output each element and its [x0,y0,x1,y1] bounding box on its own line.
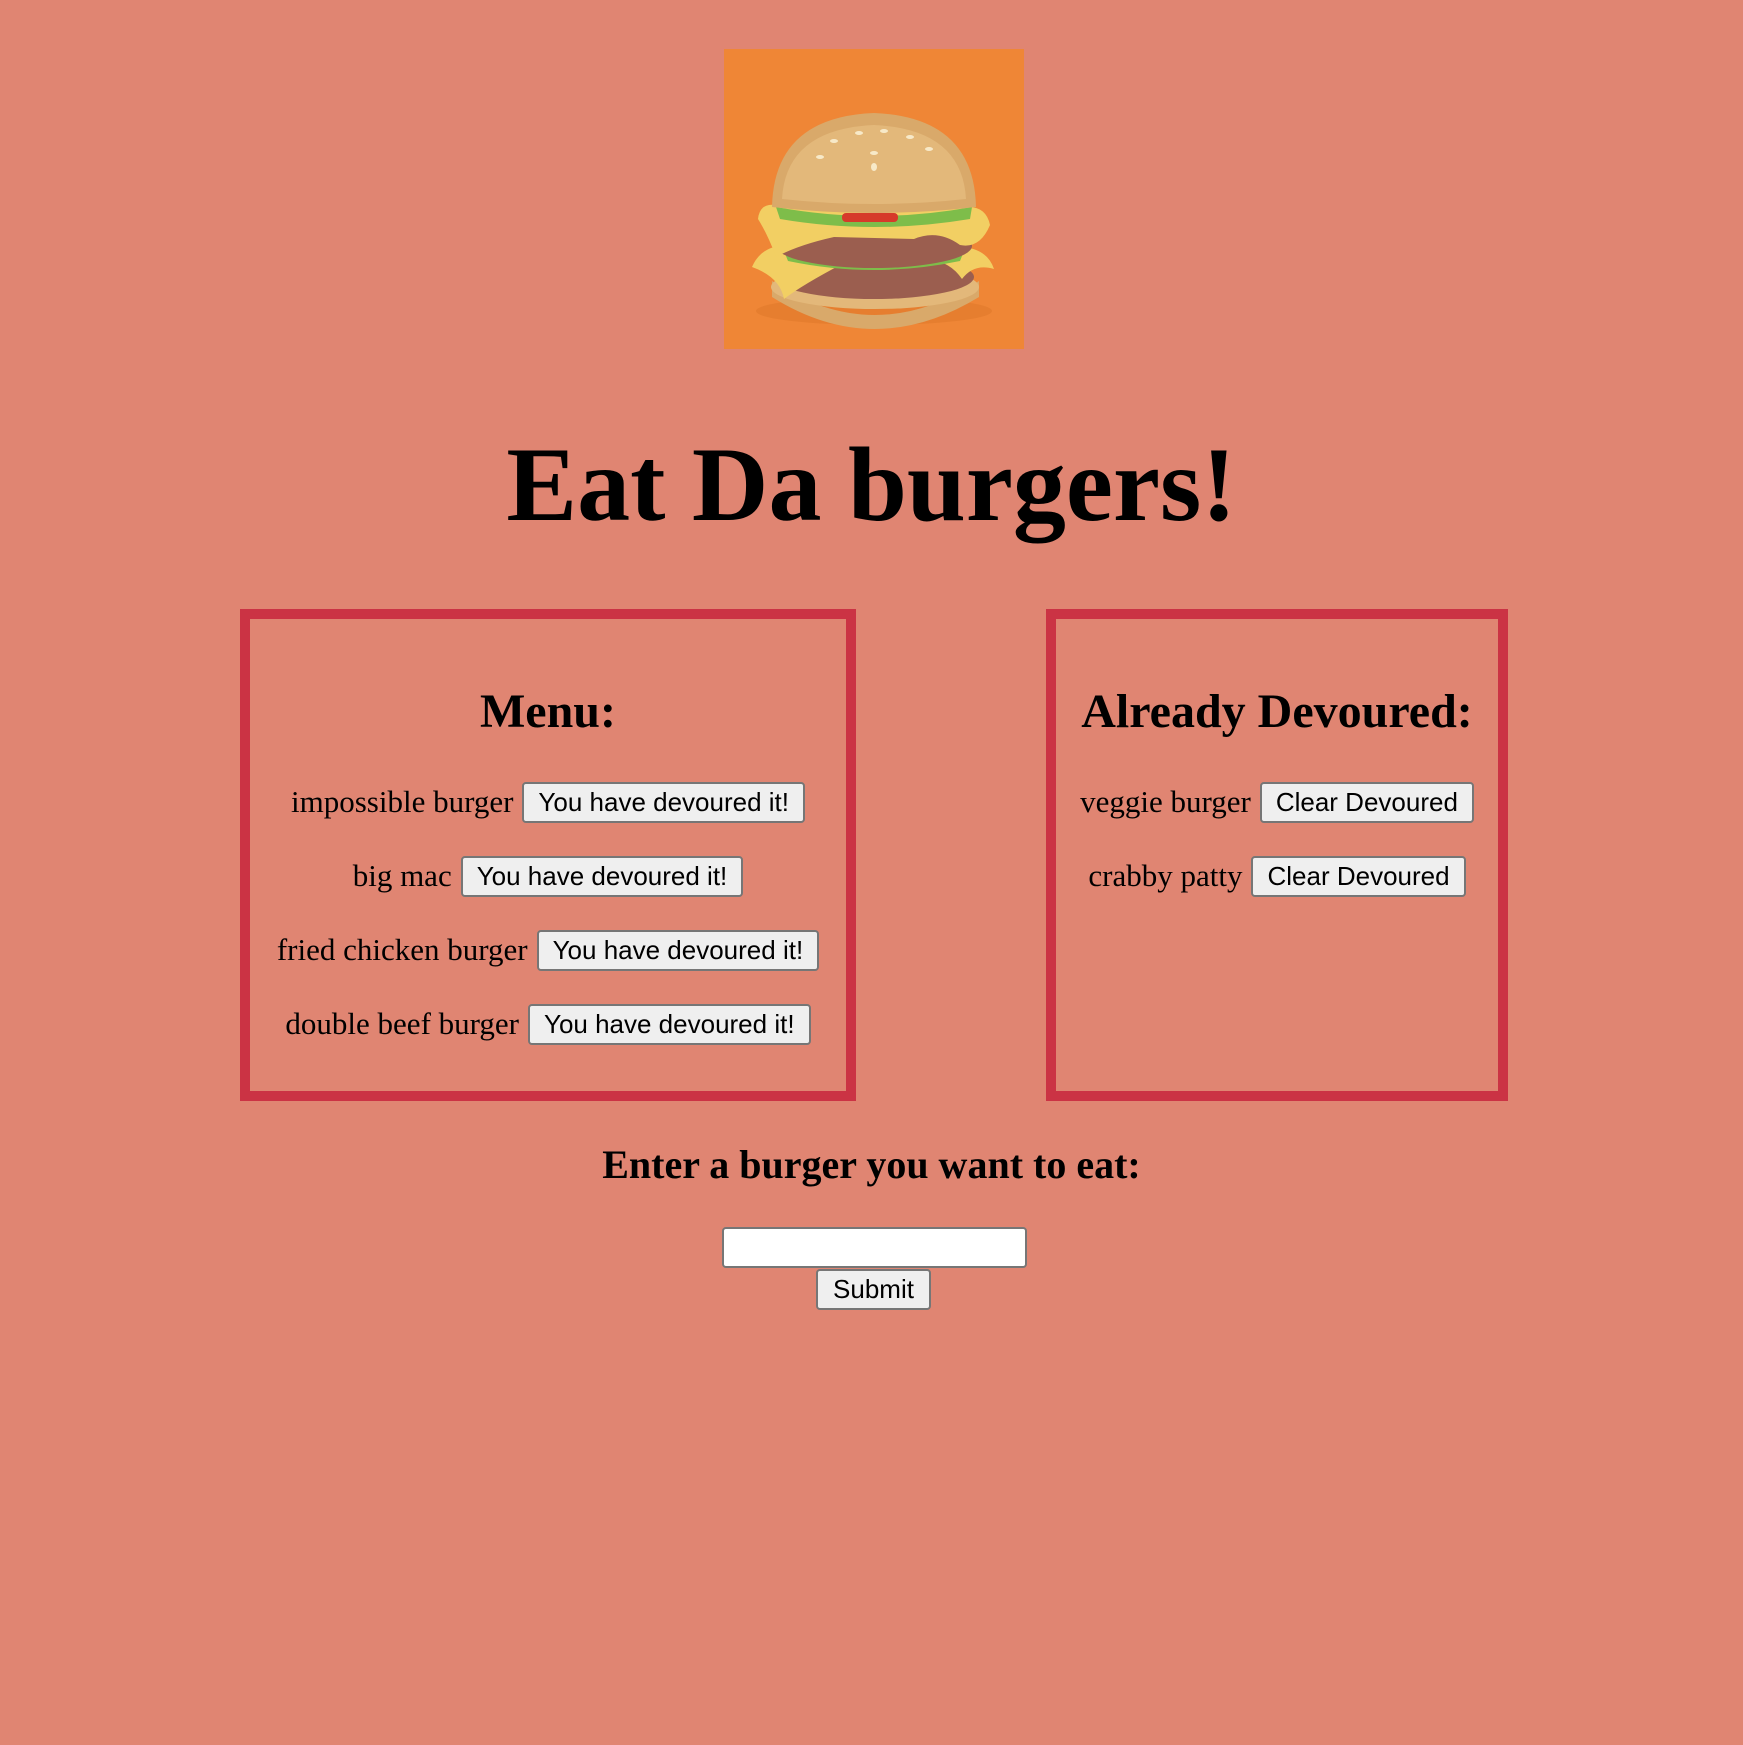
devoured-item: veggie burger Clear Devoured [1056,765,1498,839]
devour-button[interactable]: You have devoured it! [536,929,820,971]
menu-panel: Menu: impossible burger You have devoure… [240,609,856,1101]
devoured-heading: Already Devoured: [1081,685,1473,738]
submit-button[interactable]: Submit [816,1269,931,1310]
burger-name: double beef burger [285,1006,519,1041]
burger-name: crabby patty [1088,858,1243,893]
burger-name-input[interactable] [722,1227,1027,1268]
burger-name: impossible burger [290,784,514,819]
burger-name: fried chicken burger [276,932,528,967]
devour-button[interactable]: You have devoured it! [527,1003,811,1045]
page-title: Eat Da burgers! [506,426,1237,543]
menu-item: double beef burger You have devoured it! [250,987,846,1061]
menu-item: big mac You have devoured it! [250,839,846,913]
devour-button[interactable]: You have devoured it! [522,781,805,823]
menu-item: fried chicken burger You have devoured i… [250,913,846,987]
menu-heading: Menu: [480,685,616,738]
devoured-item: crabby patty Clear Devoured [1056,839,1498,913]
form-heading: Enter a burger you want to eat: [602,1142,1141,1187]
clear-devoured-button[interactable]: Clear Devoured [1259,781,1474,823]
clear-devoured-button[interactable]: Clear Devoured [1251,855,1466,897]
burger-name: big mac [352,858,452,893]
burger-icon [724,49,1024,349]
burger-logo [724,49,1024,349]
devoured-panel: Already Devoured: veggie burger Clear De… [1046,609,1508,1101]
burger-name: veggie burger [1080,784,1251,819]
menu-item: impossible burger You have devoured it! [250,765,846,839]
devour-button[interactable]: You have devoured it! [460,855,744,897]
